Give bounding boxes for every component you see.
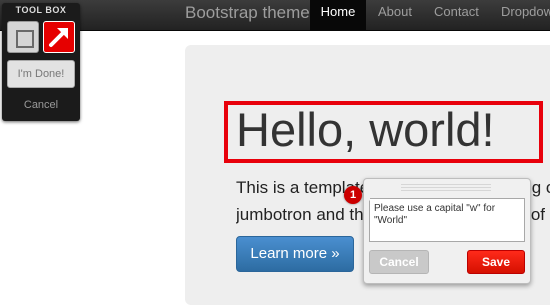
done-button[interactable]: I'm Done! (7, 60, 75, 88)
rectangle-tool-button[interactable] (7, 21, 39, 53)
drag-handle[interactable] (401, 184, 491, 192)
annotation-rectangle[interactable] (224, 101, 543, 163)
toolbox-panel: TOOL BOX I'm Done! Cancel (2, 3, 80, 121)
nav-item-contact[interactable]: Contact (434, 0, 479, 30)
nav-item-dropdown[interactable]: Dropdown (501, 0, 550, 30)
rectangle-icon (16, 30, 34, 48)
comment-textarea[interactable]: Please use a capital "w" for "World" (369, 198, 525, 242)
learn-more-button[interactable]: Learn more » (236, 236, 354, 272)
navbar: Bootstrap theme Home About Contact Dropd… (0, 0, 550, 31)
popup-pointer (364, 189, 370, 201)
comment-popup: Please use a capital "w" for "World" Can… (363, 178, 531, 284)
navbar-brand[interactable]: Bootstrap theme (185, 3, 310, 23)
nav-item-home[interactable]: Home (310, 0, 366, 30)
toolbox-cancel-button[interactable]: Cancel (2, 99, 80, 111)
toolbox-title: TOOL BOX (15, 5, 67, 15)
nav-item-about[interactable]: About (378, 0, 412, 30)
comment-save-button[interactable]: Save (467, 250, 525, 274)
arrow-icon (49, 28, 68, 47)
annotation-number-badge[interactable]: 1 (344, 186, 362, 204)
comment-cancel-button[interactable]: Cancel (369, 250, 429, 274)
arrow-tool-button[interactable] (43, 21, 75, 53)
